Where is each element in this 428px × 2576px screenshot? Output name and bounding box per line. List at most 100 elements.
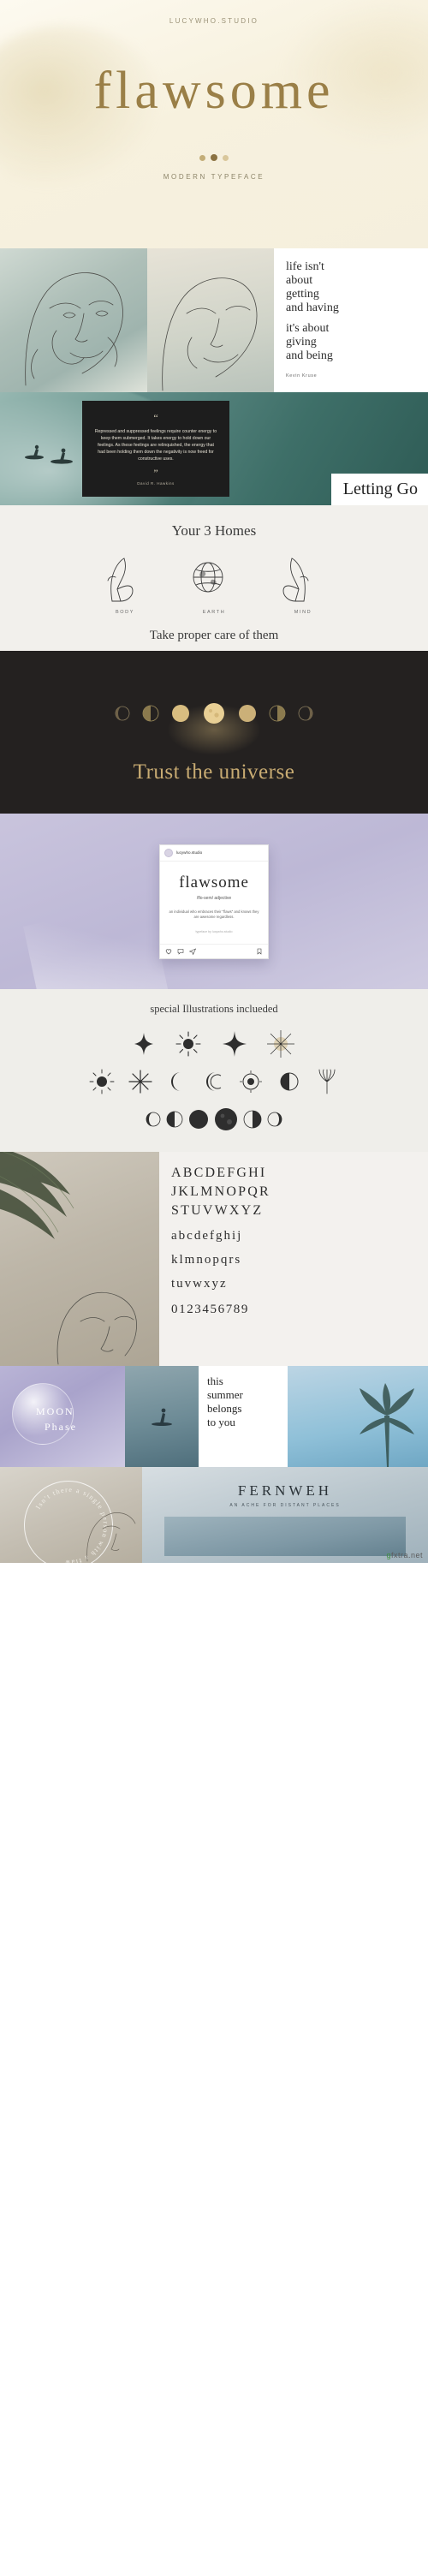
comment-icon[interactable]	[177, 948, 184, 955]
moon-phase-2	[142, 705, 159, 722]
alphabet-upper-3: STUVWXYZ	[171, 1203, 264, 1218]
instagram-credit: typeface by lucywho.studio	[195, 929, 233, 933]
moon-phase-5	[239, 705, 256, 722]
summer-line-4: to you	[207, 1416, 235, 1428]
sun-face-icon	[240, 1070, 262, 1093]
quote-close-mark: ”	[153, 466, 158, 479]
dark-quote-author: David R. Hawkins	[137, 480, 175, 486]
summer-text: this summer belongs to you	[207, 1374, 282, 1429]
moon-phase-2	[166, 1111, 183, 1128]
badge-card: Isn't there a single person with a flaw	[0, 1467, 142, 1563]
bookmark-icon[interactable]	[256, 948, 263, 955]
surfer-silhouette-2	[152, 1408, 172, 1426]
illustrations-row-3-moon-phases	[0, 1106, 428, 1132]
summer-line-2: summer	[207, 1388, 243, 1401]
hand-body-icon	[107, 558, 134, 602]
instagram-post-card: lucywho.studio flawsome /flo-sem/ adject…	[159, 844, 269, 959]
fernweh-subtitle: AN ACHE FOR DISTANT PLACES	[229, 1503, 341, 1508]
hero-section: LUCYWHO.STUDIO flawsome MODERN TYPEFACE	[0, 0, 428, 248]
poster-page: LUCYWHO.STUDIO flawsome MODERN TYPEFACE	[0, 0, 428, 1563]
fernweh-card: FERNWEH AN ACHE FOR DISTANT PLACES	[142, 1467, 428, 1563]
instagram-word: flawsome	[179, 873, 249, 891]
moon-phase-line-2: Phase	[45, 1421, 77, 1433]
earth-globe-icon	[193, 562, 223, 593]
surfer-silhouette	[25, 444, 73, 464]
lineart-quote-section: life isn't about getting and having it's…	[0, 248, 428, 392]
double-crescent-icon	[206, 1072, 222, 1091]
dark-quote-text: Repressed and suppressed feelings requir…	[94, 428, 217, 462]
home-item-mind: MIND	[273, 552, 333, 615]
face-lineart-3	[56, 1291, 137, 1365]
instagram-definition: an individual who embraces their "flaws"…	[169, 909, 259, 919]
illustrations-section: special Illustrations inclueded	[0, 989, 428, 1152]
quote-line-7: and being	[286, 349, 333, 362]
fernweh-photo	[164, 1517, 406, 1556]
three-homes-icons: BODY EARTH MIND	[0, 552, 428, 615]
alphabet-numbers: 0123456789	[171, 1303, 249, 1316]
universe-title: Trust the universe	[133, 760, 295, 784]
instagram-mockup-section: lucywho.studio flawsome /flo-sem/ adject…	[0, 814, 428, 989]
home-caption-mind: MIND	[294, 610, 312, 615]
sun-burst-icon	[89, 1069, 115, 1094]
sun-rays-icon	[175, 1031, 201, 1057]
home-caption-body: BODY	[116, 610, 134, 615]
avatar	[164, 848, 173, 857]
moon-phases-row	[0, 701, 428, 726]
instagram-pronunciation: /flo-sem/ adjective	[196, 895, 232, 901]
quote-line-3: getting	[286, 288, 319, 301]
moon-phase-4	[215, 1108, 237, 1130]
dark-quote-card: “ Repressed and suppressed feelings requ…	[82, 401, 229, 497]
illustrations-row-2	[0, 1069, 428, 1094]
three-homes-title: Your 3 Homes	[171, 522, 257, 539]
lineart-panel-mid	[147, 248, 274, 392]
four-point-star-icon	[134, 1033, 153, 1055]
page-title: flawsome	[93, 62, 335, 120]
heart-icon[interactable]	[165, 948, 172, 955]
alphabet-upper-1: ABCDEFGHI	[171, 1166, 267, 1180]
alphabet-lower-2: klmnopqrs	[171, 1253, 242, 1267]
instagram-content: flawsome /flo-sem/ adjective an individu…	[160, 862, 268, 944]
moon-phase-line-1: MOON	[36, 1405, 74, 1417]
light-leak-overlay	[23, 899, 170, 989]
quote-line-4: and having	[286, 301, 339, 314]
instagram-actions	[160, 943, 268, 958]
summer-line-1: this	[207, 1374, 223, 1387]
moon-phase-3	[172, 705, 189, 722]
illustrations-row-1	[0, 1029, 428, 1058]
alphabet-panel: ABCDEFGHI JKLMNOPQR STUVWXYZ abcdefghij …	[159, 1152, 428, 1366]
quote-open-mark: “	[153, 411, 158, 424]
instagram-username[interactable]: lucywho.studio	[176, 850, 202, 855]
share-icon[interactable]	[189, 947, 196, 955]
face-lineart-2	[162, 277, 258, 391]
summer-line-3: belongs	[207, 1402, 242, 1415]
quote-line-2: about	[286, 274, 313, 287]
instagram-header: lucywho.studio	[160, 845, 268, 862]
brand-label: LUCYWHO.STUDIO	[169, 17, 259, 25]
palm-leaf-photo	[0, 1152, 74, 1239]
palm-tree-photo	[360, 1383, 414, 1467]
palm-photo-panel	[0, 1152, 159, 1366]
three-homes-section: Your 3 Homes BODY EARTH MIND Take proper…	[0, 505, 428, 651]
alphabet-upper-2: JKLMNOPQR	[171, 1184, 270, 1199]
moon-phase-6	[267, 1112, 282, 1127]
summer-text-card: this summer belongs to you	[199, 1366, 288, 1467]
illustrations-title: special Illustrations inclueded	[150, 1003, 278, 1015]
crescent-moon-icon	[171, 1072, 181, 1091]
quote-gap	[286, 315, 419, 322]
quote-line-5: it's about	[286, 322, 330, 335]
moon-phase-1	[146, 1112, 161, 1127]
letting-go-title: Letting Go	[330, 474, 428, 505]
quote-panel: life isn't about getting and having it's…	[274, 248, 428, 392]
dot-3	[223, 154, 229, 161]
watermark: gfxtra.net	[386, 1551, 423, 1559]
fernweh-title: FERNWEH	[237, 1482, 333, 1499]
quote-line-1: life isn't	[286, 260, 324, 273]
bottom-row-section: Isn't there a single person with a flaw …	[0, 1467, 428, 1563]
three-homes-footer: Take proper care of them	[149, 629, 279, 642]
dots-divider	[199, 154, 229, 161]
quote-author: Kevin Kruse	[286, 373, 318, 379]
universe-section: Trust the universe	[0, 651, 428, 814]
moon-phase-6	[269, 705, 286, 722]
palm-sky-photo-card	[288, 1366, 428, 1467]
watermark-text: fxtra.net	[390, 1551, 423, 1559]
